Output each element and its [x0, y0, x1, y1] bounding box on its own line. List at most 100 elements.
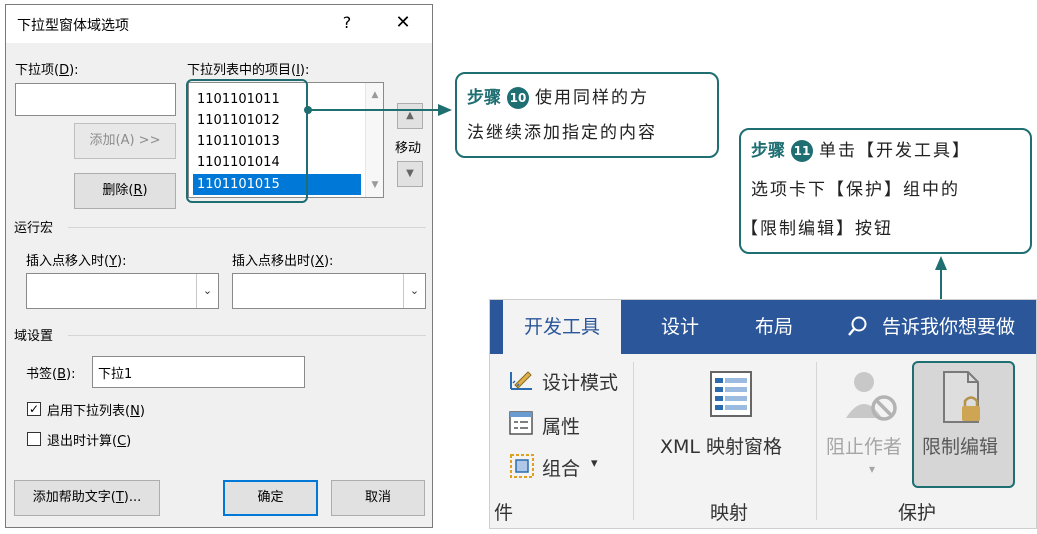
move-down-button[interactable]: ▼ — [397, 161, 423, 187]
arrow-down-icon: ▼ — [406, 168, 414, 179]
exit-label-key: X — [315, 254, 324, 269]
entry-label-prefix: 插入点移入时( — [26, 254, 110, 269]
dropdown-list-label: 下拉列表中的项目(I): — [187, 59, 309, 78]
callout-11-line1: 步骤 11 单击【开发工具】 — [751, 134, 971, 168]
group-button[interactable]: 组合 — [542, 454, 580, 481]
bookmark-input[interactable]: 下拉1 — [92, 356, 305, 388]
group-icon — [510, 454, 534, 478]
enable-dropdown-key: N — [130, 404, 140, 419]
dialog-title: 下拉型窗体域选项 — [17, 18, 129, 34]
group-separator — [633, 362, 634, 520]
enable-dropdown-prefix: 启用下拉列表( — [47, 404, 131, 419]
bookmark-value: 下拉1 — [98, 367, 133, 382]
callout-10-text1: 使用同样的方 — [535, 88, 649, 108]
callout-step-11: 步骤 11 单击【开发工具】 选项卡下【保护】组中的 【限制编辑】按钮 — [739, 128, 1032, 254]
calc-on-exit-prefix: 退出时计算( — [47, 434, 118, 449]
callout-10-connector — [307, 109, 439, 111]
protect-group-label: 保护 — [898, 502, 937, 524]
tell-me-box[interactable]: 告诉我你想要做 — [882, 300, 1036, 354]
entry-label-suffix: ): — [117, 254, 127, 269]
calc-on-exit-suffix: ) — [126, 434, 132, 449]
callout-11-line2: 选项卡下【保护】组中的 — [751, 180, 960, 200]
add-button[interactable]: 添加(A) >> — [74, 123, 176, 159]
arrow-right-icon — [438, 104, 452, 116]
section-divider — [68, 335, 426, 336]
dropdown-item-label: 下拉项(D): — [15, 63, 79, 78]
arrow-up-icon: ▲ — [406, 110, 414, 121]
remove-button-suffix: ) — [142, 183, 148, 198]
field-settings-section-title: 域设置 — [14, 329, 54, 344]
entry-label-key: Y — [109, 254, 118, 269]
remove-button[interactable]: 删除(R) — [74, 173, 176, 209]
remove-button-key: R — [133, 183, 143, 198]
help-text-key: T — [115, 490, 124, 505]
properties-icon — [509, 411, 533, 435]
mapping-group-label: 映射 — [710, 502, 749, 524]
callout-11-text1: 单击【开发工具】 — [819, 141, 971, 161]
chevron-down-icon[interactable]: ⌄ — [403, 274, 425, 308]
properties-button[interactable]: 属性 — [542, 412, 580, 439]
ok-button[interactable]: 确定 — [223, 480, 318, 516]
callout-11-line3: 【限制编辑】按钮 — [741, 219, 893, 239]
list-label-suffix: ): — [299, 63, 310, 78]
chevron-down-icon[interactable]: ⌄ — [196, 274, 218, 308]
tab-layout[interactable]: 布局 — [743, 300, 805, 354]
close-button[interactable]: ✕ — [390, 11, 416, 35]
exit-label-prefix: 插入点移出时( — [232, 254, 316, 269]
entry-macro-label: 插入点移入时(Y): — [26, 250, 126, 269]
bookmark-label-key: B — [57, 367, 66, 382]
help-text-prefix: 添加帮助文字( — [32, 490, 116, 505]
design-mode-icon — [510, 371, 532, 390]
list-highlight-frame — [186, 79, 308, 203]
bookmark-label: 书签(B): — [26, 363, 75, 382]
step-word: 步骤 — [467, 88, 501, 108]
tab-design[interactable]: 设计 — [650, 300, 710, 354]
dropdown-item-label-key: D — [59, 63, 70, 78]
calc-on-exit-checkbox[interactable] — [27, 432, 41, 446]
xml-mapping-pane-button[interactable]: XML 映射窗格 — [660, 432, 782, 459]
scroll-up-icon[interactable]: ▲ — [369, 89, 381, 101]
xml-mapping-icon — [710, 371, 752, 417]
dialog-titlebar: 下拉型窗体域选项 ? ✕ — [6, 5, 432, 43]
remove-button-prefix: 删除( — [102, 183, 134, 198]
listbox-scrollbar[interactable]: ▲ ▼ — [365, 83, 383, 197]
step-word: 步骤 — [751, 141, 785, 161]
exit-macro-label: 插入点移出时(X): — [232, 250, 333, 269]
enable-dropdown-checkbox[interactable]: ✓ — [27, 402, 41, 416]
tab-developer[interactable]: 开发工具 — [503, 300, 621, 354]
scroll-down-icon[interactable]: ▼ — [369, 179, 381, 191]
enable-dropdown-label: 启用下拉列表(N) — [47, 400, 145, 419]
add-help-text-button[interactable]: 添加帮助文字(T)... — [14, 480, 160, 516]
restrict-editing-highlight — [912, 361, 1015, 488]
callout-10-line1: 步骤 10 使用同样的方 — [467, 81, 649, 115]
step-number-badge: 10 — [507, 87, 529, 109]
move-up-button[interactable]: ▲ — [397, 103, 423, 129]
callout-10-line2: 法继续添加指定的内容 — [467, 123, 657, 143]
ribbon-tabbar: 开发工具 设计 布局 告诉我你想要做 — [490, 300, 1036, 354]
dropdown-item-input[interactable] — [15, 83, 176, 116]
cancel-button[interactable]: 取消 — [331, 480, 425, 516]
entry-macro-combo[interactable]: ⌄ — [26, 273, 219, 309]
step-number-badge: 11 — [791, 140, 813, 162]
exit-label-suffix: ): — [323, 254, 334, 269]
group-separator — [816, 362, 817, 520]
bookmark-label-suffix: ): — [66, 367, 76, 382]
design-mode-button[interactable]: 设计模式 — [542, 368, 618, 395]
dropdown-item-label-text: 下拉项 — [15, 63, 55, 78]
help-text-suffix: )... — [123, 490, 142, 505]
section-divider — [68, 227, 426, 228]
exit-macro-combo[interactable]: ⌄ — [232, 273, 426, 309]
run-macro-section-title: 运行宏 — [14, 221, 54, 236]
form-field-options-dialog: 下拉型窗体域选项 ? ✕ 下拉项(D): 添加(A) >> 删除(R) 下拉列表… — [5, 4, 433, 528]
controls-group-label: 件 — [494, 502, 514, 524]
block-authors-chevron[interactable]: ▾ — [869, 462, 875, 476]
callout-step-10: 步骤 10 使用同样的方 法继续添加指定的内容 — [455, 72, 719, 158]
calc-on-exit-key: C — [117, 434, 127, 449]
group-dropdown-chevron[interactable]: ▾ — [591, 456, 598, 471]
list-label-prefix: 下拉列表中的项目( — [187, 63, 297, 78]
block-authors-button[interactable]: 阻止作者 — [826, 432, 902, 459]
move-label: 移动 — [395, 141, 422, 156]
search-icon[interactable] — [847, 315, 869, 337]
calc-on-exit-label: 退出时计算(C) — [47, 430, 131, 449]
help-button[interactable]: ? — [336, 11, 358, 35]
